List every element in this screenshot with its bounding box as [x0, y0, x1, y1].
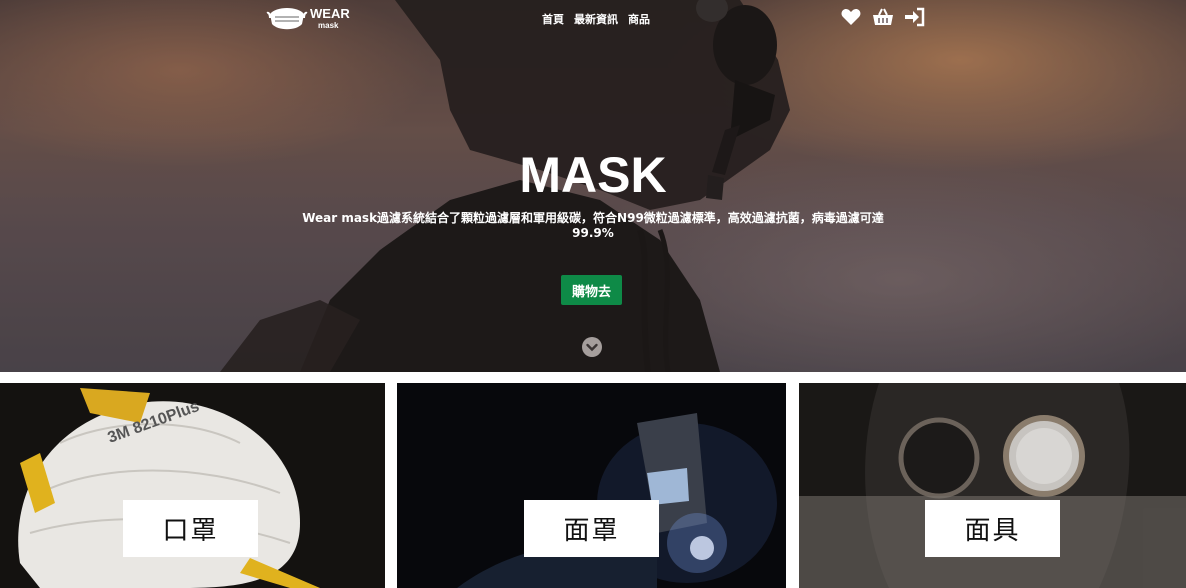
welding-shield-image	[457, 413, 777, 588]
basket-icon[interactable]	[872, 6, 894, 28]
category-label-face-shields: 面罩	[524, 500, 659, 557]
chevron-down-circle-icon[interactable]	[582, 337, 602, 357]
shop-now-button[interactable]: 購物去	[561, 275, 622, 305]
category-label-gas-masks: 面具	[925, 500, 1060, 557]
sign-in-icon[interactable]	[904, 6, 926, 28]
top-navbar: WEAR mask 首頁 最新資訊 商品	[0, 0, 1186, 36]
mask-logo-icon	[266, 8, 308, 30]
category-card-masks[interactable]: 3M 8210Plus 口罩	[0, 383, 385, 588]
category-card-gas-masks[interactable]: 面具	[799, 383, 1186, 588]
hero-description: Wear mask過濾系統結合了顆粒過濾層和軍用級碳，符合N99微粒過濾標準，高…	[302, 211, 884, 240]
heart-icon[interactable]	[840, 6, 862, 28]
nav-link-home[interactable]: 首頁	[542, 11, 564, 27]
brand-subtitle: mask	[318, 21, 339, 30]
hero-title: MASK	[519, 147, 667, 203]
brand-title: WEAR	[310, 6, 350, 21]
nav-link-news[interactable]: 最新資訊	[574, 11, 618, 27]
nav-icon-group	[840, 6, 926, 28]
nav-link-products[interactable]: 商品	[628, 11, 650, 27]
category-label-masks: 口罩	[123, 500, 258, 557]
category-card-face-shields[interactable]: 面罩	[397, 383, 786, 588]
respirator-mask-image: 3M 8210Plus	[18, 388, 320, 588]
main-menu: 首頁 最新資訊 商品	[542, 11, 650, 27]
brand-logo[interactable]: WEAR mask	[266, 4, 350, 32]
